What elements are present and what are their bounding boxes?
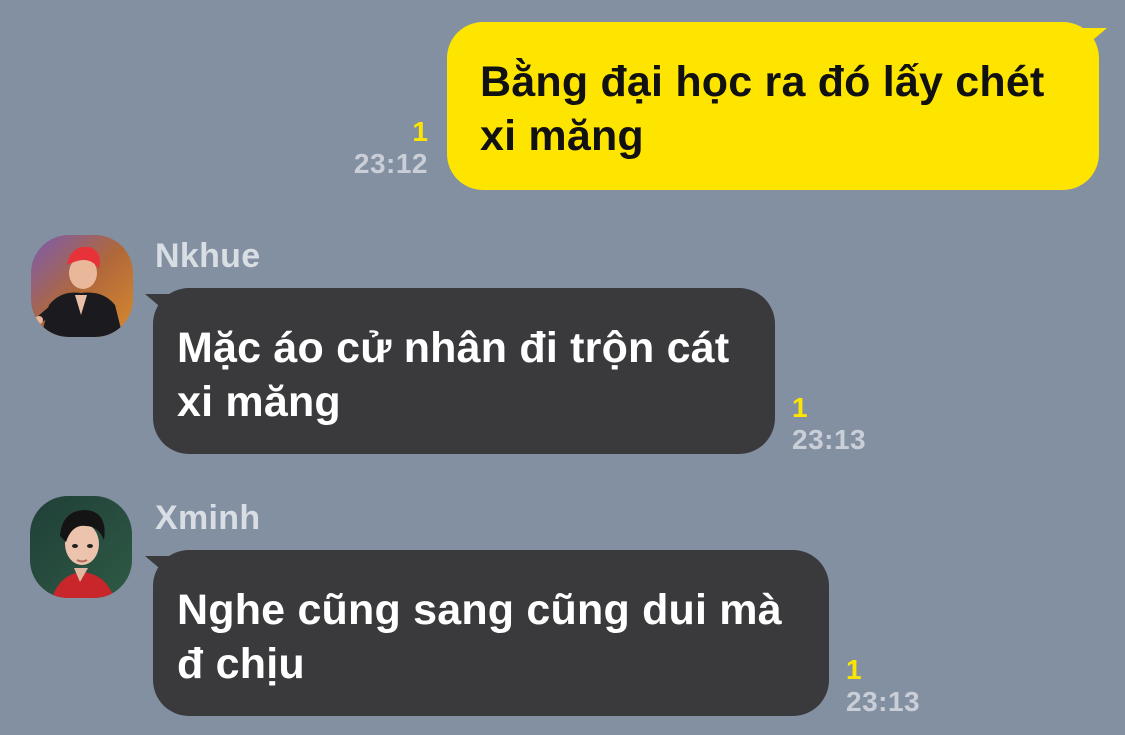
xminh-avatar[interactable]: [30, 496, 132, 598]
bubble-tail: [145, 556, 171, 578]
message-3-bubble[interactable]: Nghe cũng sang cũng dui mà đ chịu: [145, 550, 829, 716]
message-2-bubble[interactable]: Mặc áo cử nhân đi trộn cát xi măng: [145, 288, 775, 454]
message-1-timestamp: 23:12: [353, 148, 428, 179]
message-2-unread-count: 1: [792, 392, 808, 423]
message-1-meta: 1 23:12: [330, 116, 428, 180]
message-1-unread-count: 1: [412, 116, 428, 147]
message-3-timestamp: 23:13: [846, 686, 921, 717]
message-1-bubble[interactable]: Bằng đại học ra đó lấy chét xi măng: [447, 22, 1107, 190]
avatar-nkhue-image: [31, 235, 133, 337]
message-3-text: Nghe cũng sang cũng dui mà đ chịu: [177, 586, 782, 688]
sender-name-xminh: Xminh: [155, 499, 261, 537]
bubble-tail: [145, 294, 171, 316]
message-2-timestamp: 23:13: [792, 424, 867, 455]
message-3-unread-count: 1: [846, 654, 862, 685]
message-1-text: Bằng đại học ra đó lấy chét xi măng: [480, 58, 1045, 160]
avatar-xminh-image: [30, 496, 132, 598]
message-3-meta: 1 23:13: [846, 654, 946, 718]
message-2-meta: 1 23:13: [792, 392, 892, 456]
bubble-tail: [1081, 28, 1107, 50]
chat-window: 1 23:12 Bằng đại học ra đó lấy chét xi m…: [0, 0, 1125, 735]
sender-name-nkhue: Nkhue: [155, 237, 261, 275]
message-2-text: Mặc áo cử nhân đi trộn cát xi măng: [177, 324, 730, 426]
nkhue-avatar[interactable]: [31, 235, 133, 337]
